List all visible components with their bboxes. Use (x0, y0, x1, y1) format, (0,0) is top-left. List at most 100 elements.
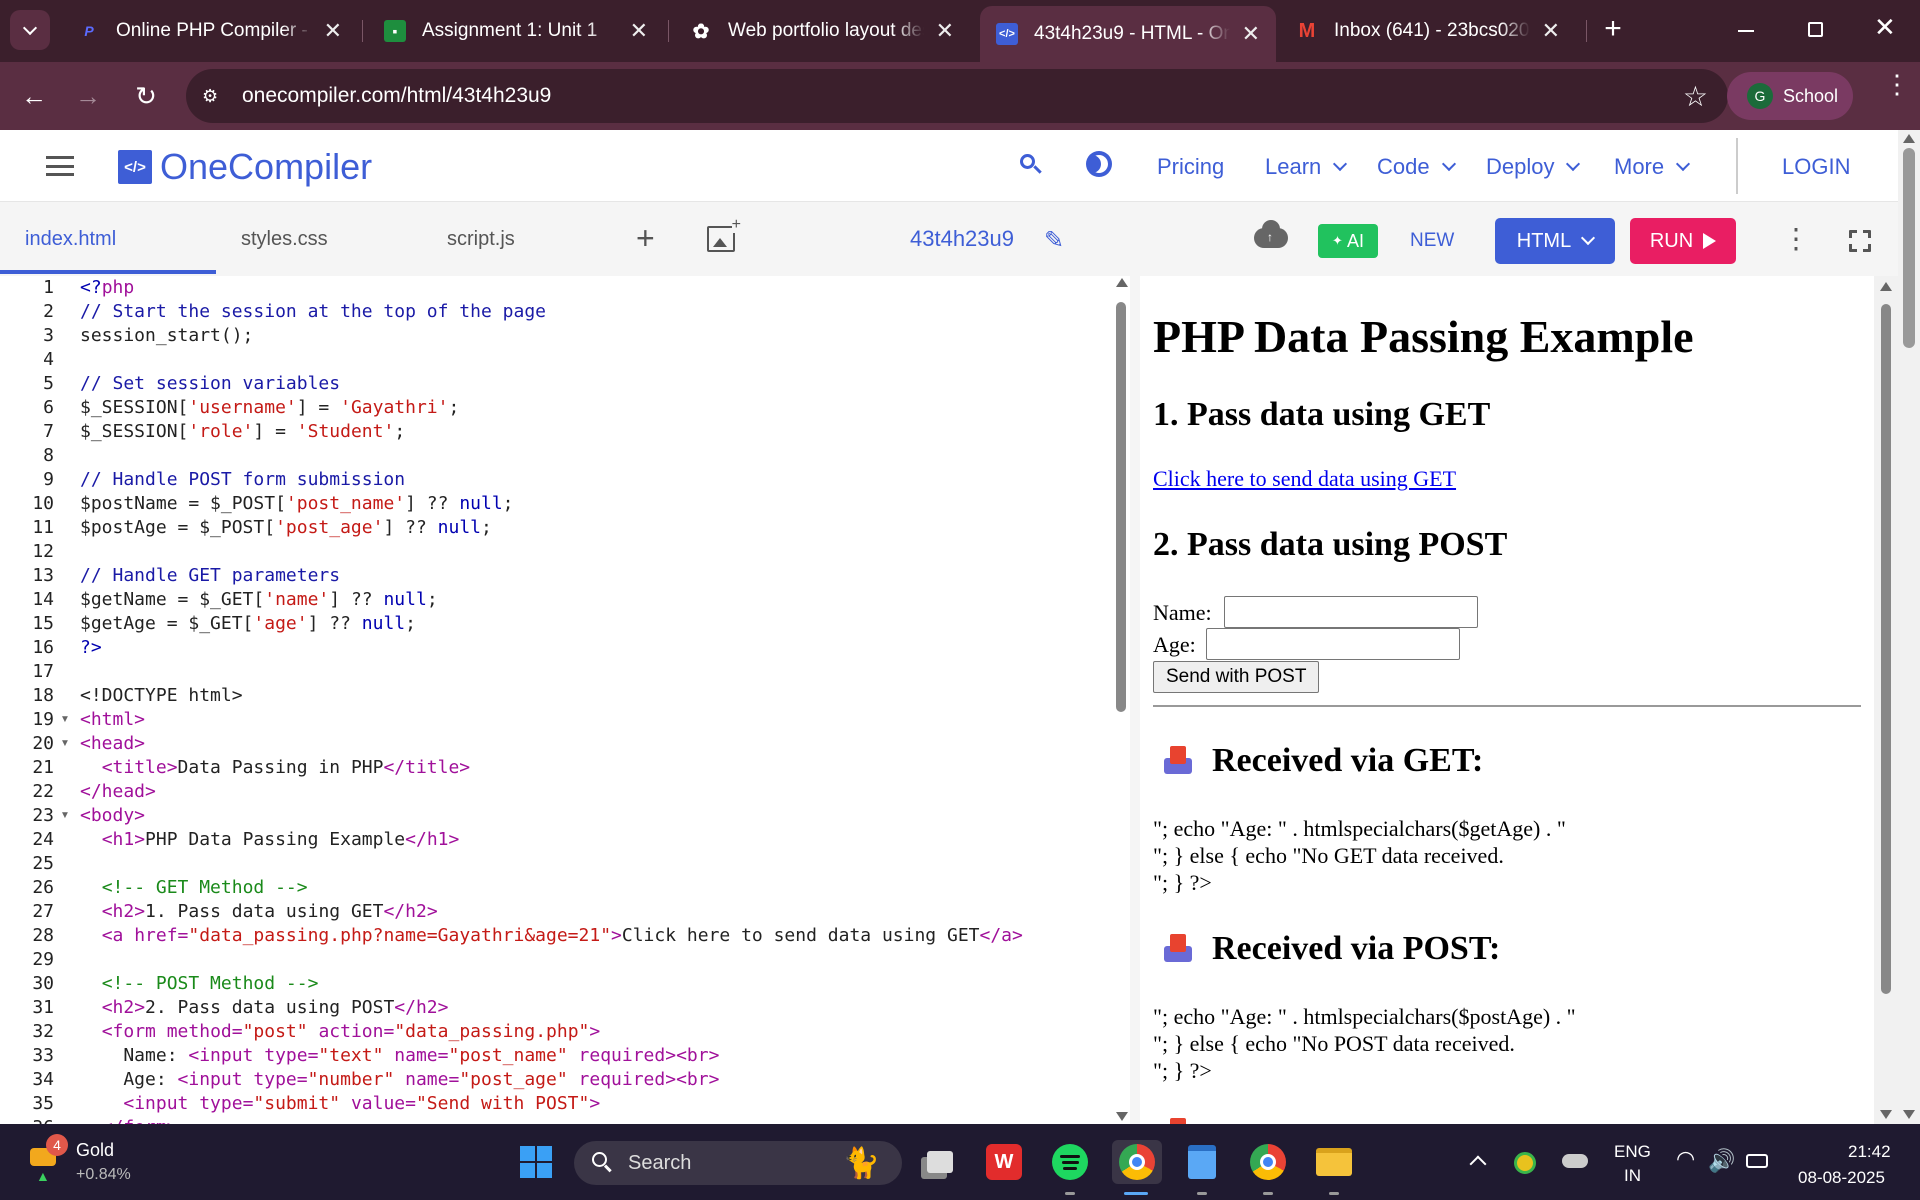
preview-scroll-thumb[interactable] (1881, 304, 1891, 994)
code-line[interactable]: $postAge = $_POST['post_age'] ?? null; (80, 516, 492, 540)
task-view-icon[interactable] (918, 1140, 962, 1184)
language-indicator-bottom[interactable]: IN (1624, 1166, 1641, 1186)
code-line[interactable]: $_SESSION['role'] = 'Student'; (80, 420, 405, 444)
close-window-icon[interactable]: ✕ (1874, 12, 1896, 43)
more-options-icon[interactable]: ⋮ (1782, 224, 1810, 254)
nav-more[interactable]: More (1614, 154, 1691, 180)
code-line[interactable]: session_start(); (80, 324, 253, 348)
tab-script-js[interactable]: script.js (447, 228, 515, 251)
fullscreen-icon[interactable] (1848, 229, 1874, 255)
notepad-icon[interactable] (1180, 1140, 1224, 1184)
code-line[interactable]: </head> (80, 780, 156, 804)
code-line[interactable]: <head> (80, 732, 145, 756)
fold-arrow-icon[interactable]: ▼ (60, 708, 70, 732)
pane-divider[interactable] (1130, 276, 1140, 1124)
code-line[interactable]: // Set session variables (80, 372, 340, 396)
code-line[interactable]: </form> (80, 1116, 178, 1124)
scroll-up-icon[interactable] (1903, 134, 1915, 143)
code-line[interactable]: <a href="data_passing.php?name=Gayathri&… (80, 924, 1023, 948)
post-age-input[interactable] (1206, 628, 1460, 660)
wifi-icon[interactable]: ◠ (1676, 1146, 1695, 1172)
code-line[interactable]: $_SESSION['username'] = 'Gayathri'; (80, 396, 459, 420)
language-indicator-top[interactable]: ENG (1614, 1142, 1651, 1162)
nav-learn[interactable]: Learn (1265, 154, 1348, 180)
editor-scroll-thumb[interactable] (1116, 302, 1126, 712)
cloud-upload-icon[interactable]: ↑ (1254, 220, 1288, 248)
code-editor[interactable]: 1 2 3 4 5 6 7 8 9 10 11 12 13 14 15 16 17 18 19 ▼ 20 ▼ 21 22 23 ▼… (0, 276, 1130, 1124)
add-image-icon[interactable]: + (707, 217, 741, 252)
file-explorer-icon[interactable] (1312, 1140, 1356, 1184)
cloud-offline-icon[interactable] (1562, 1154, 1588, 1168)
start-button[interactable] (514, 1140, 558, 1184)
run-button[interactable]: RUN (1630, 218, 1736, 264)
stocks-widget[interactable]: 4 ▲ Gold +0.84% (12, 1134, 152, 1190)
page-scroll-thumb[interactable] (1903, 148, 1915, 348)
project-id[interactable]: 43t4h23u9 (910, 226, 1014, 252)
fold-arrow-icon[interactable]: ▼ (60, 804, 70, 828)
edit-pencil-icon[interactable]: ✎ (1044, 226, 1064, 255)
tray-app-icon[interactable] (1514, 1152, 1536, 1174)
code-line[interactable]: $getName = $_GET['name'] ?? null; (80, 588, 438, 612)
search-icon[interactable] (1018, 152, 1042, 176)
scroll-up-icon[interactable] (1880, 282, 1892, 291)
scroll-down-icon[interactable] (1116, 1112, 1128, 1121)
browser-tab-php[interactable]: P Online PHP Compiler - Pr ✕ (62, 6, 358, 56)
clock-time[interactable]: 21:42 (1848, 1142, 1891, 1162)
code-line[interactable]: <html> (80, 708, 145, 732)
browser-tab-gmail[interactable]: M Inbox (641) - 23bcs020@ ✕ (1280, 6, 1576, 56)
reload-icon[interactable]: ↻ (130, 80, 162, 112)
editor-scrollbar[interactable] (1114, 276, 1130, 1124)
code-line[interactable]: $postName = $_POST['post_name'] ?? null; (80, 492, 514, 516)
close-icon[interactable]: ✕ (1242, 21, 1260, 47)
wps-office-icon[interactable]: W (982, 1140, 1026, 1184)
battery-icon[interactable] (1746, 1154, 1768, 1168)
code-line[interactable]: // Start the session at the top of the p… (80, 300, 546, 324)
code-line[interactable]: ?> (80, 636, 102, 660)
new-button[interactable]: NEW (1410, 230, 1454, 252)
preview-scrollbar[interactable] (1874, 276, 1898, 1124)
code-line[interactable]: Name: <input type="text" name="post_name… (80, 1044, 719, 1068)
add-file-icon[interactable]: + (636, 220, 655, 257)
ai-button[interactable]: ✦ AI (1318, 224, 1378, 258)
back-arrow-icon[interactable]: ← (18, 80, 50, 112)
url-field[interactable]: ⚙ onecompiler.com/html/43t4h23u9 ☆ (186, 69, 1728, 123)
code-line[interactable]: <form method="post" action="data_passing… (80, 1020, 601, 1044)
close-icon[interactable]: ✕ (1542, 18, 1560, 44)
profile-button[interactable]: G School (1727, 72, 1853, 120)
code-line[interactable]: <h1>PHP Data Passing Example</h1> (80, 828, 460, 852)
code-line[interactable]: // Handle POST form submission (80, 468, 405, 492)
spotify-icon[interactable] (1048, 1140, 1092, 1184)
close-icon[interactable]: ✕ (936, 18, 954, 44)
new-tab-button[interactable]: + (1596, 12, 1630, 46)
browser-tab-onecompiler[interactable]: </> 43t4h23u9 - HTML - One ✕ (980, 6, 1276, 62)
close-icon[interactable]: ✕ (630, 18, 648, 44)
code-line[interactable]: <!-- GET Method --> (80, 876, 308, 900)
scroll-up-icon[interactable] (1116, 278, 1128, 287)
send-with-post-button[interactable]: Send with POST (1153, 661, 1320, 693)
code-line[interactable]: <?php (80, 276, 134, 300)
fold-arrow-icon[interactable]: ▼ (60, 732, 70, 756)
code-line[interactable]: $getAge = $_GET['age'] ?? null; (80, 612, 416, 636)
theme-toggle-icon[interactable] (1086, 151, 1112, 177)
code-line[interactable]: <title>Data Passing in PHP</title> (80, 756, 470, 780)
scroll-down-icon[interactable] (1903, 1110, 1915, 1119)
scroll-down-icon[interactable] (1880, 1110, 1892, 1119)
login-link[interactable]: LOGIN (1782, 154, 1850, 180)
minimize-icon[interactable] (1738, 30, 1754, 32)
browser-menu-icon[interactable]: ⋮ (1884, 71, 1910, 97)
code-line[interactable]: <!-- POST Method --> (80, 972, 319, 996)
chrome-icon[interactable] (1246, 1140, 1290, 1184)
forward-arrow-icon[interactable]: → (72, 80, 104, 112)
chevron-up-icon[interactable] (1469, 1155, 1487, 1173)
code-line[interactable]: <input type="submit" value="Send with PO… (80, 1092, 600, 1116)
browser-tab-chatgpt[interactable]: ✿ Web portfolio layout desi ✕ (674, 6, 970, 56)
code-line[interactable]: // Handle GET parameters (80, 564, 340, 588)
browser-tab-classroom[interactable]: ▪ Assignment 1: Unit 1 ✕ (368, 6, 664, 56)
code-line[interactable]: <h2>1. Pass data using GET</h2> (80, 900, 438, 924)
code-line[interactable]: <!DOCTYPE html> (80, 684, 243, 708)
tab-index-html[interactable]: index.html (25, 228, 116, 251)
nav-pricing[interactable]: Pricing (1157, 154, 1224, 180)
clock-date[interactable]: 08-08-2025 (1798, 1168, 1885, 1188)
close-icon[interactable]: ✕ (324, 18, 342, 44)
nav-deploy[interactable]: Deploy (1486, 154, 1581, 180)
